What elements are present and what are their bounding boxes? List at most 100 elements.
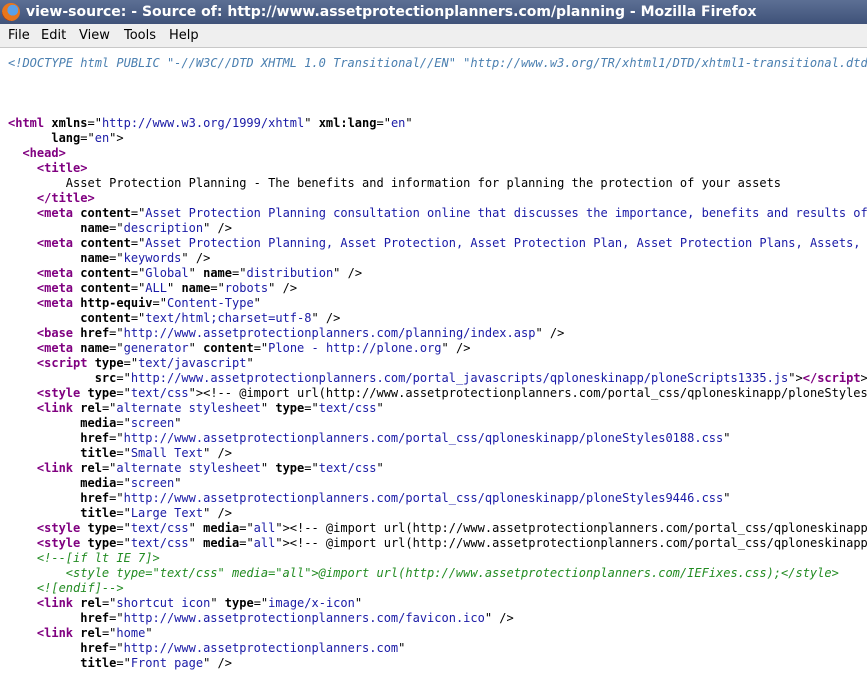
source-token: alternate stylesheet [116,401,261,415]
source-line: <meta content="Global" name="distributio… [8,266,362,281]
source-token: <meta [36,281,81,295]
source-token: =" [239,536,254,550]
source-token: href [80,611,110,625]
source-token: =" [116,371,131,385]
source-token: title [80,506,117,520]
source-token: content [80,236,131,250]
source-token: name [80,251,110,265]
source-token: Plone - http://plone.org [268,341,442,355]
source-token: http://www.assetprotectionplanners.com/p… [123,431,724,445]
source-token: " [405,116,413,130]
source-token: type [87,521,117,535]
source-line: title="Front page" /> [8,656,232,671]
source-token: Asset Protection Planning - The benefits… [65,176,782,190]
menu-help[interactable]: Help [169,24,199,47]
source-line: src="http://www.assetprotectionplanners.… [8,371,867,386]
source-token: <link [36,596,81,610]
source-token: all [253,536,276,550]
source-token: http://www.assetprotectionplanners.com/p… [123,491,724,505]
source-token: " [398,641,406,655]
menu-file[interactable]: File [8,24,30,47]
source-token: =" [116,416,131,430]
source-line: title="Small Text" /> [8,446,232,461]
source-line: href="http://www.assetprotectionplanners… [8,431,730,446]
source-token: " [260,461,276,475]
source-token: =" [101,401,117,415]
source-token: </title> [36,191,95,205]
source-token: <script [36,356,95,370]
source-line: <style type="text/css" media="all">@impo… [8,566,839,581]
source-token: "> [788,371,803,385]
source-line: <meta content="Asset Protection Planning… [8,206,867,221]
source-token: distribution [246,266,334,280]
source-token: <![endif]--> [36,581,124,595]
source-token: " [145,626,153,640]
source-token: <meta [36,296,81,310]
source-token: http://www.assetprotectionplanners.com/f… [123,611,485,625]
source-token: " /> [203,221,232,235]
source-token: <link [36,461,81,475]
source-line: <html xmlns="http://www.w3.org/1999/xhtm… [8,116,413,131]
source-line: </title> [8,191,95,206]
source-token: keywords [123,251,182,265]
source-token: content [80,266,131,280]
source-token: " [723,491,731,505]
source-token: <html [8,116,52,130]
source-token: " /> [484,611,514,625]
source-line: href="http://www.assetprotectionplanners… [8,641,405,656]
source-token: </script [802,371,861,385]
source-line: <head> [8,146,65,161]
menu-view[interactable]: View [79,24,110,47]
source-token: =" [109,251,124,265]
source-token: =" [116,506,131,520]
source-token: ALL [145,281,167,295]
source-token: href [80,491,110,505]
source-line: href="http://www.assetprotectionplanners… [8,611,514,626]
source-token: text/javascript [138,356,247,370]
source-token: " /> [203,506,232,520]
source-token: " [174,416,182,430]
source-token: content [80,311,131,325]
source-token: text/css [130,521,189,535]
source-token: =" [109,491,124,505]
source-token: title [80,656,117,670]
menu-tools[interactable]: Tools [124,24,156,47]
source-token: =" [130,266,146,280]
firefox-icon[interactable] [2,3,20,21]
source-token: screen [130,476,175,490]
source-token: name [80,341,110,355]
source-token: =" [123,356,139,370]
source-token: text/css [130,386,189,400]
source-token: name [181,281,211,295]
source-token: http://www.assetprotectionplanners.com [123,641,399,655]
source-line: <style type="text/css" media="all"><!-- … [8,536,867,551]
source-line: <meta content="ALL" name="robots" /> [8,281,297,296]
source-token: content [80,206,131,220]
source-token: =" [116,656,131,670]
source-token: media [203,521,240,535]
source-line: title="Large Text" /> [8,506,232,521]
source-view[interactable]: <!DOCTYPE html PUBLIC "-//W3C//DTD XHTML… [0,48,867,686]
source-token: rel [80,596,102,610]
source-token: =" [376,116,391,130]
source-line: <link rel="home" [8,626,153,641]
source-token: " [354,596,363,610]
source-token: Asset Protection Planning consultation o… [145,206,867,220]
menu-edit[interactable]: Edit [41,24,66,47]
source-token: =" [101,461,117,475]
source-token: Front page [130,656,204,670]
source-token: text/css [130,536,189,550]
source-token: media [80,416,117,430]
source-token: http://www.w3.org/1999/xhtml [101,116,305,130]
source-token: > [860,371,867,385]
source-token: Content-Type [166,296,254,310]
source-token: <base [36,326,81,340]
source-token: =" [130,311,146,325]
source-token: =" [253,596,269,610]
source-line: <script type="text/javascript" [8,356,254,371]
source-token: <style type="text/css" media="all">@impo… [65,566,839,580]
source-line: <!--[if lt IE 7]> [8,551,160,566]
source-token: =" [116,536,131,550]
source-token: " [166,281,182,295]
source-line: <title> [8,161,88,176]
